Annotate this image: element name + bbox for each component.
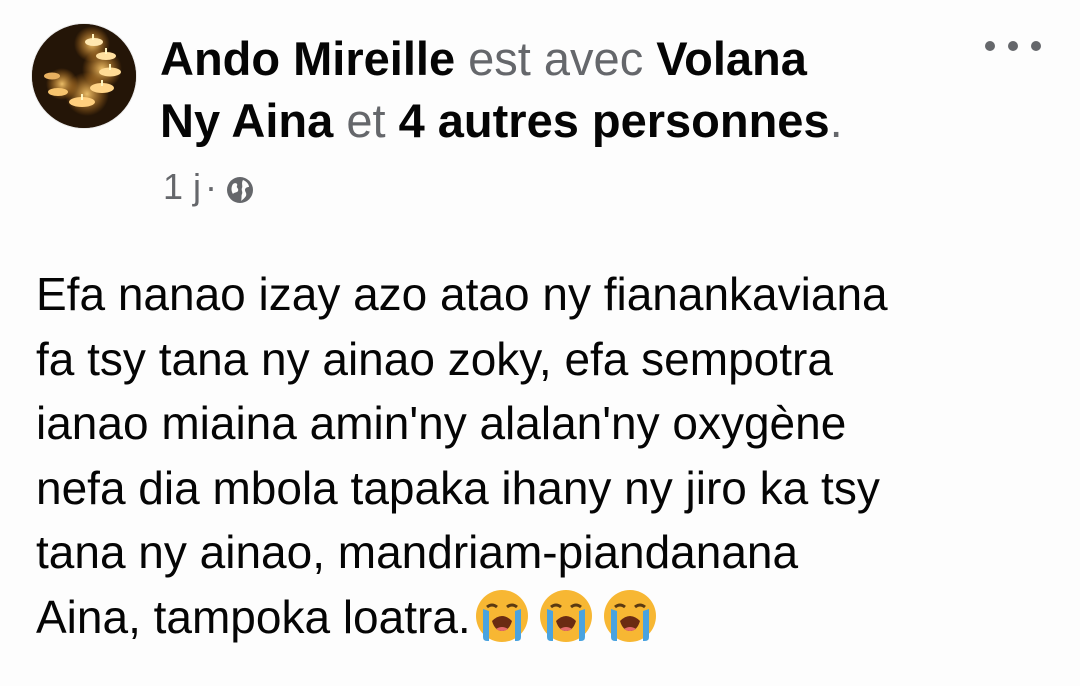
more-dot [1008,41,1018,51]
others-link[interactable]: 4 autres personnes [399,94,830,147]
author-name-link[interactable]: Ando Mireille [160,32,455,85]
more-dot [1031,41,1041,51]
post-body-line: nefa dia mbola tapaka ihany ny jiro ka t… [36,461,880,514]
facebook-post: Ando Mireille est avec Volana Ny Aina et … [0,0,1080,686]
loudly-crying-face-icon [535,585,597,647]
post-timestamp[interactable]: 1 j [163,166,201,208]
loudly-crying-face-icon [599,585,661,647]
with-connector: est avec [468,32,644,85]
globe-icon[interactable] [225,172,255,203]
post-body: Efa nanao izay azo atao ny fianankaviana… [36,262,1046,649]
candles-photo [32,24,136,128]
end-punctuation: . [829,94,843,147]
post-body-last-line: Aina, tampoka loatra. [36,585,1046,650]
more-dot [985,41,995,51]
more-options-icon[interactable] [985,28,1041,64]
author-avatar[interactable] [32,24,136,128]
post-header: Ando Mireille est avec Volana Ny Aina et … [160,28,940,152]
post-body-line: ianao miaina amin'ny alalan'ny oxygène [36,397,847,449]
loudly-crying-face-icon [471,585,533,647]
and-word: et [346,94,386,147]
post-meta: 1 j · [163,166,255,208]
tagged-person-first: Volana [656,32,807,85]
post-body-line: Efa nanao izay azo atao ny fianankaviana [36,268,888,320]
post-body-line: fa tsy tana ny ainao zoky, efa sempotra [36,332,833,385]
post-body-line: tana ny ainao, mandriam-piandanana [36,526,799,578]
tagged-person-second: Ny Aina [160,94,334,147]
post-body-line: Aina, tampoka loatra. [36,590,471,643]
meta-separator: · [205,166,218,207]
